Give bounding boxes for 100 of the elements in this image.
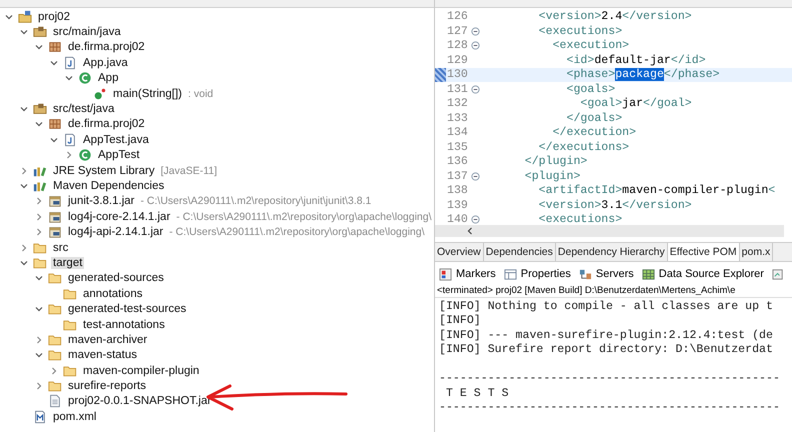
- maven-pom-icon: [33, 410, 47, 424]
- item-detail: - C:\Users\A290111\.m2\repository\org\apache\logging\: [169, 226, 425, 238]
- line-marker-icon: [435, 68, 446, 82]
- chevron-right-icon[interactable]: [49, 366, 59, 376]
- tree-item[interactable]: App: [96, 72, 120, 84]
- properties-icon[interactable]: [504, 268, 517, 280]
- line-number: 129: [447, 54, 469, 67]
- chevron-right-icon[interactable]: [19, 166, 29, 176]
- code-line: <plugin>: [524, 170, 580, 183]
- tree-item[interactable]: maven-compiler-plugin: [81, 364, 202, 377]
- editor-tab[interactable]: pom.x: [740, 242, 774, 260]
- line-number: 132: [447, 97, 469, 110]
- class-icon: [78, 148, 92, 162]
- code-line: <version>3.1</version>: [538, 198, 692, 212]
- tree-item[interactable]: pom.xml: [51, 410, 98, 423]
- chevron-right-icon[interactable]: [19, 242, 29, 253]
- jar-file-icon: [48, 194, 62, 208]
- scroll-left-icon[interactable]: [465, 226, 475, 236]
- code-line: </plugin>: [524, 155, 588, 168]
- servers-icon[interactable]: [578, 268, 592, 280]
- tree-item[interactable]: surefire-reports: [66, 380, 148, 392]
- project-folder-icon: [18, 10, 32, 24]
- folder-icon: [48, 271, 62, 286]
- java-file-icon: [63, 56, 77, 70]
- tree-item[interactable]: App.java: [81, 56, 130, 69]
- tree-item[interactable]: proj02: [36, 10, 72, 23]
- tree-item[interactable]: test-annotations: [81, 318, 167, 330]
- tree-item[interactable]: annotations: [81, 288, 144, 300]
- tree-item[interactable]: log4j-core-2.14.1.jar: [66, 210, 172, 223]
- line-number: 135: [447, 140, 469, 154]
- chevron-right-icon[interactable]: [64, 150, 74, 160]
- chevron-right-icon[interactable]: [34, 227, 44, 238]
- chevron-right-icon[interactable]: [34, 212, 44, 222]
- console-line: [INFO] --- maven-surefire-plugin:2.12.4:test (de: [439, 328, 774, 343]
- tree-item[interactable]: generated-test-sources: [66, 303, 188, 316]
- code-line: <artifactId>maven-compiler-plugin<: [538, 184, 776, 198]
- folder-icon: [63, 286, 77, 301]
- markers-icon[interactable]: [439, 268, 452, 280]
- fold-icon[interactable]: [471, 215, 480, 224]
- data-source-icon[interactable]: [642, 268, 655, 280]
- source-folder-icon: [33, 25, 47, 40]
- jar-file-icon: [48, 210, 62, 224]
- tree-item[interactable]: log4j-api-2.14.1.jar: [66, 226, 166, 238]
- console-line: -------------------------------------------------: [439, 401, 781, 416]
- chevron-right-icon[interactable]: [34, 334, 44, 345]
- folder-icon: [63, 364, 77, 378]
- horizontal-scrollbar[interactable]: [435, 225, 784, 236]
- line-number: 137: [447, 170, 469, 183]
- chevron-right-icon[interactable]: [34, 381, 44, 392]
- source-folder-icon: [33, 102, 47, 116]
- tree-item[interactable]: src: [51, 242, 70, 254]
- console-line: [INFO]: [439, 314, 482, 328]
- tree-item[interactable]: junit-3.8.1.jar: [66, 195, 136, 208]
- line-number: 128: [447, 39, 469, 52]
- tree-item[interactable]: de.firma.proj02: [66, 118, 147, 130]
- tree-item[interactable]: generated-sources: [66, 272, 166, 284]
- code-line: <executions>: [538, 213, 622, 226]
- view-tab[interactable]: Properties: [520, 268, 571, 280]
- folder-icon: [33, 256, 47, 270]
- class-icon: [78, 71, 92, 86]
- chevron-right-icon[interactable]: [34, 196, 44, 206]
- tree-item[interactable]: target: [51, 256, 84, 269]
- code-line: </executions>: [538, 140, 630, 154]
- code-line: </execution>: [552, 126, 636, 140]
- editor-tab[interactable]: Dependencies: [484, 242, 556, 260]
- java-file-icon: [63, 132, 77, 147]
- view-tab[interactable]: Servers: [596, 268, 634, 280]
- item-detail: [JavaSE-11]: [160, 164, 218, 177]
- file-icon: [48, 394, 62, 408]
- tree-item[interactable]: JRE System Library: [51, 164, 157, 177]
- tree-item[interactable]: src/test/java: [51, 103, 116, 116]
- fold-icon[interactable]: [471, 41, 480, 50]
- editor-tab[interactable]: Overview: [435, 242, 484, 260]
- view-tab[interactable]: Data Source Explorer: [658, 268, 764, 280]
- tree-item[interactable]: AppTest.java: [81, 134, 151, 146]
- tree-item[interactable]: maven-status: [66, 349, 140, 362]
- fold-icon[interactable]: [471, 172, 480, 181]
- line-number: 136: [447, 155, 469, 168]
- item-detail: - C:\Users\A290111\.m2\repository\junit\junit\3.8.1: [140, 195, 372, 208]
- tree-item[interactable]: src/main/java: [51, 26, 123, 38]
- line-number: 139: [447, 198, 469, 212]
- console-line: T E S T S: [444, 386, 510, 401]
- tree-item[interactable]: main(String[]): [111, 88, 184, 100]
- tree-item[interactable]: proj02-0.0.1-SNAPSHOT.jar: [66, 395, 214, 408]
- tree-item[interactable]: maven-archiver: [66, 334, 150, 346]
- jar-file-icon: [48, 225, 62, 240]
- tree-item[interactable]: Maven Dependencies: [51, 180, 166, 192]
- snippets-icon[interactable]: [772, 268, 785, 280]
- code-line: <goals>: [566, 82, 616, 96]
- tree-item[interactable]: de.firma.proj02: [66, 41, 147, 54]
- code-line: <version>2.4</version>: [538, 10, 692, 24]
- fold-icon[interactable]: [471, 84, 480, 94]
- tree-item[interactable]: AppTest: [96, 149, 142, 162]
- view-tab[interactable]: Markers: [456, 268, 496, 280]
- editor-tab[interactable]: Effective POM: [668, 242, 740, 260]
- fold-icon[interactable]: [471, 26, 480, 36]
- line-number: 127: [447, 24, 469, 38]
- console-line: -------------------------------------------------: [439, 372, 781, 386]
- code-line: <goal>jar</goal>: [579, 97, 692, 110]
- line-number: 130: [447, 68, 469, 82]
